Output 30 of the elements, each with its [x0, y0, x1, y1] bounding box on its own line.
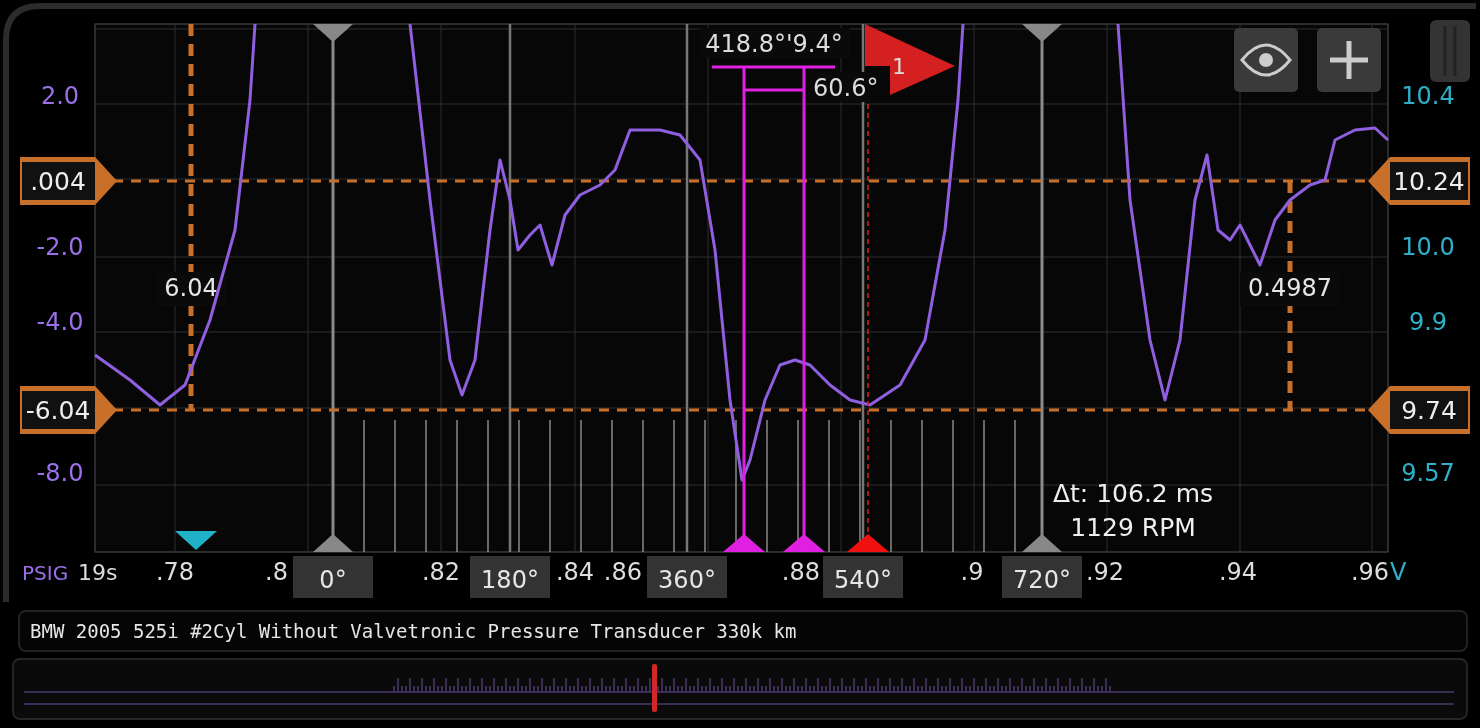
- recording-title: BMW 2005 525i #2Cyl Without Valvetronic Pressure Transducer 330k km: [18, 610, 1468, 652]
- axis-tick-label: .94: [1218, 558, 1258, 586]
- degree-label: 0°: [293, 556, 373, 598]
- axis-tick-label: 9.9: [1408, 308, 1448, 336]
- axis-tick-label: -2.0: [36, 233, 84, 261]
- axis-tick-label: 10.4: [1401, 82, 1455, 110]
- degree-label: 180°: [470, 556, 550, 598]
- rpm-reading: 1129 RPM: [1070, 513, 1196, 542]
- axis-tick-label: -4.0: [36, 308, 84, 336]
- time-offset-label: 19s: [78, 560, 118, 585]
- degree-label: 720°: [1002, 556, 1082, 598]
- axis-tick-label: 10.0: [1401, 233, 1455, 261]
- axis-tick-label: .8: [265, 558, 288, 586]
- axis-tick-label: .82: [421, 558, 461, 586]
- axis-tick-label: -8.0: [36, 459, 84, 487]
- angle-reading: 418.8°'9.4°: [700, 28, 850, 58]
- axis-unit: V: [1390, 558, 1407, 586]
- axis-tick-label: .86: [603, 558, 642, 586]
- axis-tick-label: 2.0: [40, 82, 80, 110]
- axis-tick-label: 9.57: [1401, 459, 1455, 487]
- delta-time-reading: Δt: 106.2 ms: [1052, 479, 1214, 508]
- axis-tick-label: .96: [1350, 558, 1390, 586]
- axis-tick-label: .92: [1085, 558, 1125, 586]
- axis-tick-label: .84: [555, 558, 595, 586]
- degree-label: 360°: [647, 556, 727, 598]
- axis-tick-label: .88: [781, 558, 820, 586]
- axis-tick-label: .9: [960, 558, 984, 586]
- degree-label: 540°: [823, 556, 903, 598]
- axis-tick-label: .78: [155, 558, 195, 586]
- axis-unit: PSIG: [22, 561, 69, 585]
